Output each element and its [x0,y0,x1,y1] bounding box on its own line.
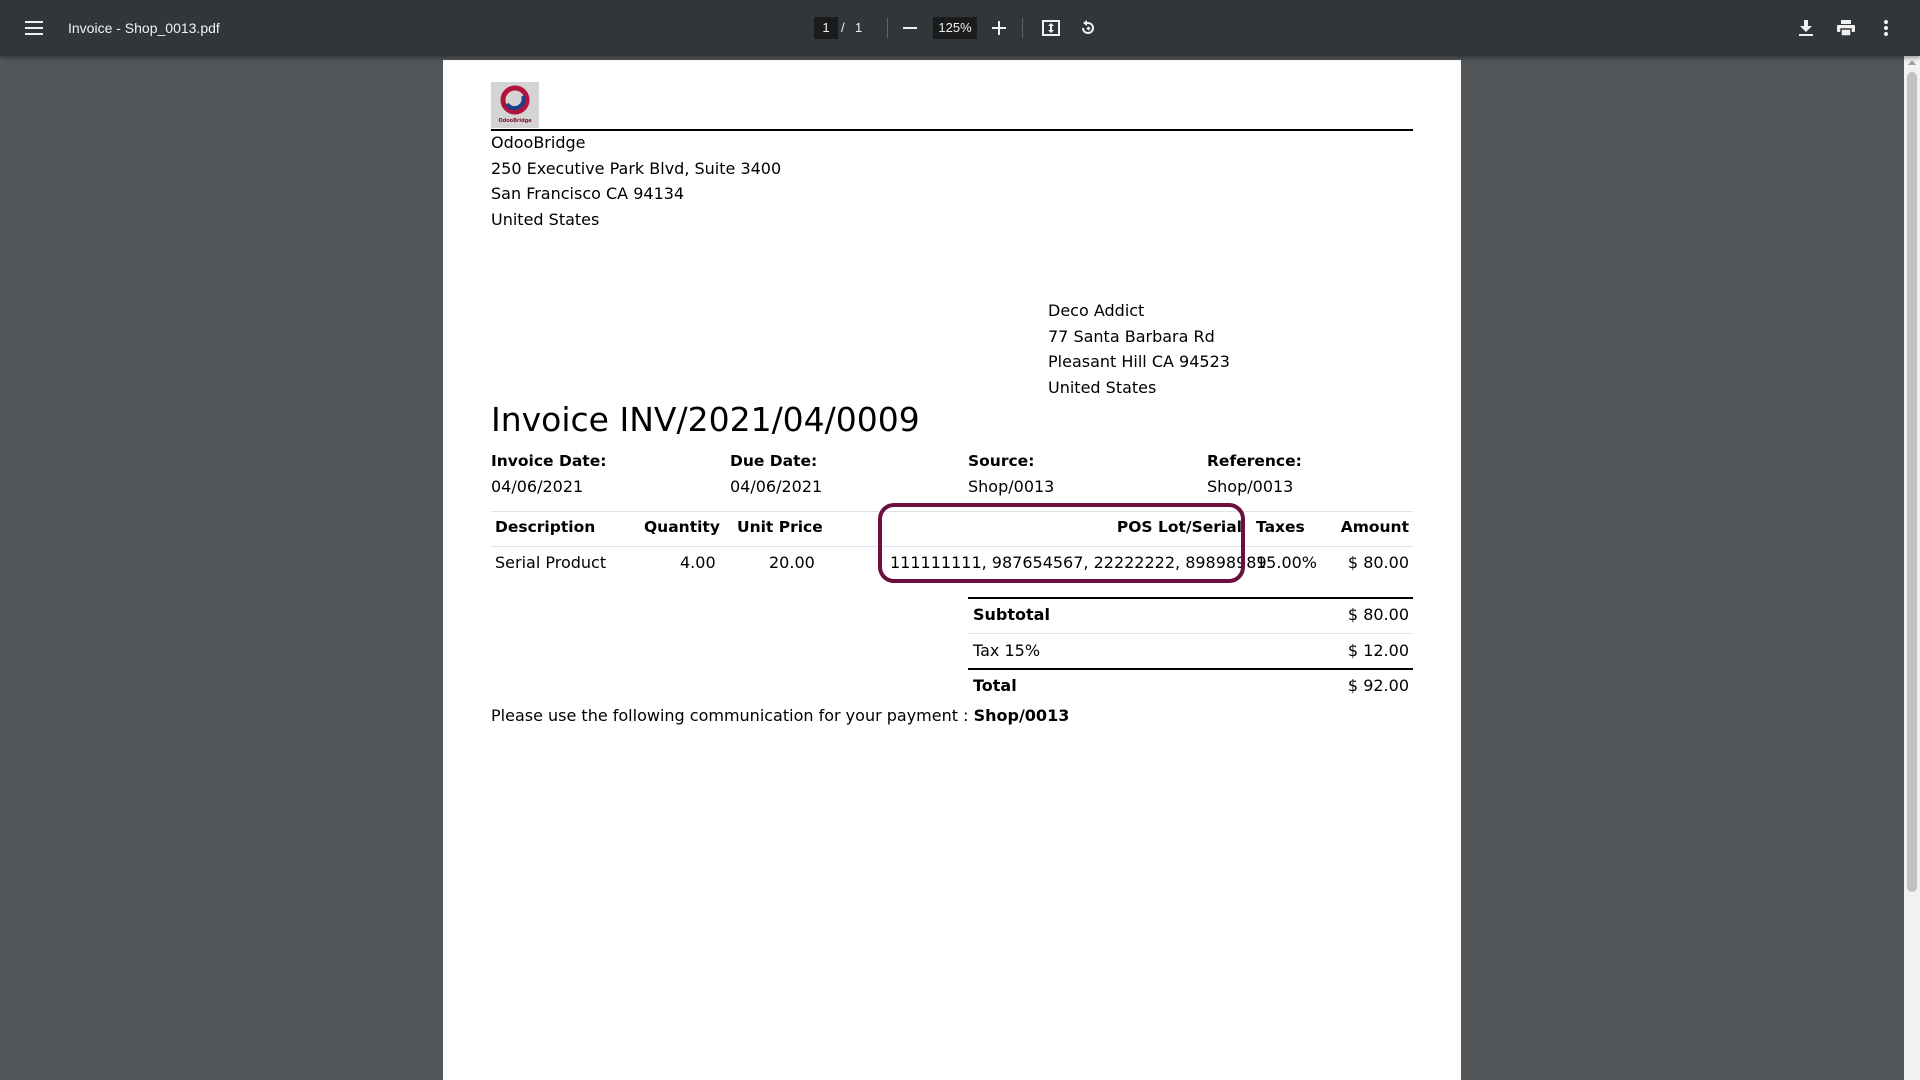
partner-city: Pleasant Hill CA 94523 [1048,352,1230,371]
col-header-description: Description [495,518,596,536]
total-pages: 1 [855,20,863,35]
lot-serial-highlight [878,503,1245,583]
partner-street: 77 Santa Barbara Rd [1048,327,1215,346]
due-date-value: 04/06/2021 [730,477,823,496]
line-unit-price: 20.00 [769,553,815,572]
fit-to-page-icon [1042,20,1060,36]
print-button[interactable] [1826,8,1866,48]
line-amount: $ 80.00 [1347,553,1409,572]
subtotal-value: $ 80.00 [1347,605,1409,624]
line-taxes: 15.00% [1256,553,1318,572]
col-header-amount: Amount [1340,518,1409,536]
partner-name: Deco Addict [1048,301,1145,320]
partner-country: United States [1048,378,1157,397]
invoice-date-label: Invoice Date: [491,452,607,470]
more-actions-button[interactable] [1866,8,1906,48]
pdf-page: OdooBridge OdooBridge 250 Executive Park… [443,60,1461,1080]
company-logo-icon [500,85,530,115]
col-header-taxes: Taxes [1256,518,1305,536]
zoom-in-button[interactable] [979,8,1019,48]
reference-value: Shop/0013 [1207,477,1294,496]
totals-top-rule [968,597,1413,599]
hamburger-menu-icon[interactable] [14,8,54,48]
totals-mid-rule [968,633,1413,634]
subtotal-label: Subtotal [973,605,1050,624]
total-label: Total [973,676,1017,695]
document-title: Invoice - Shop_0013.pdf [68,20,220,36]
minus-icon [903,27,917,29]
logo-wordmark: OdooBridge [498,118,532,124]
header-rule [491,129,1413,131]
vertical-scrollbar[interactable] [1904,56,1920,1080]
page-separator: / [841,20,845,35]
source-value: Shop/0013 [968,477,1055,496]
rotate-button[interactable] [1068,8,1108,48]
download-button[interactable] [1786,8,1826,48]
plus-icon [992,21,1006,35]
col-header-quantity: Quantity [644,518,720,536]
toolbar-divider [1022,18,1023,38]
line-quantity: 4.00 [680,553,716,572]
company-country: United States [491,210,600,229]
payment-text: Please use the following communication f… [491,706,969,725]
totals-bottom-rule [968,668,1413,670]
rotate-counterclockwise-icon [1082,20,1094,34]
line-description: Serial Product [495,553,607,572]
source-label: Source: [968,452,1035,470]
col-header-unit-price: Unit Price [737,518,823,536]
download-icon [1799,20,1813,36]
company-name: OdooBridge [491,133,586,152]
tax-label: Tax 15% [973,641,1041,660]
invoice-title: Invoice INV/2021/04/0009 [491,400,920,439]
due-date-label: Due Date: [730,452,818,470]
scroll-up-arrow-icon[interactable] [1908,60,1916,65]
pdf-toolbar: Invoice - Shop_0013.pdf / 1 [0,0,1920,56]
toolbar-divider [887,18,888,38]
tax-value: $ 12.00 [1347,641,1409,660]
invoice-date-value: 04/06/2021 [491,477,584,496]
payment-reference: Shop/0013 [973,706,1070,725]
payment-communication: Please use the following communication f… [491,706,1069,725]
print-icon [1837,20,1855,36]
reference-label: Reference: [1207,452,1302,470]
company-city: San Francisco CA 94134 [491,184,685,203]
scrollbar-thumb[interactable] [1907,72,1917,892]
total-value: $ 92.00 [1347,676,1409,695]
more-vertical-icon [1884,20,1888,36]
page-number-input[interactable] [814,17,838,39]
company-street: 250 Executive Park Blvd, Suite 3400 [491,159,782,178]
fit-to-page-button[interactable] [1031,8,1071,48]
company-logo: OdooBridge [491,82,539,128]
zoom-input[interactable] [933,17,977,39]
zoom-out-button[interactable] [890,8,930,48]
